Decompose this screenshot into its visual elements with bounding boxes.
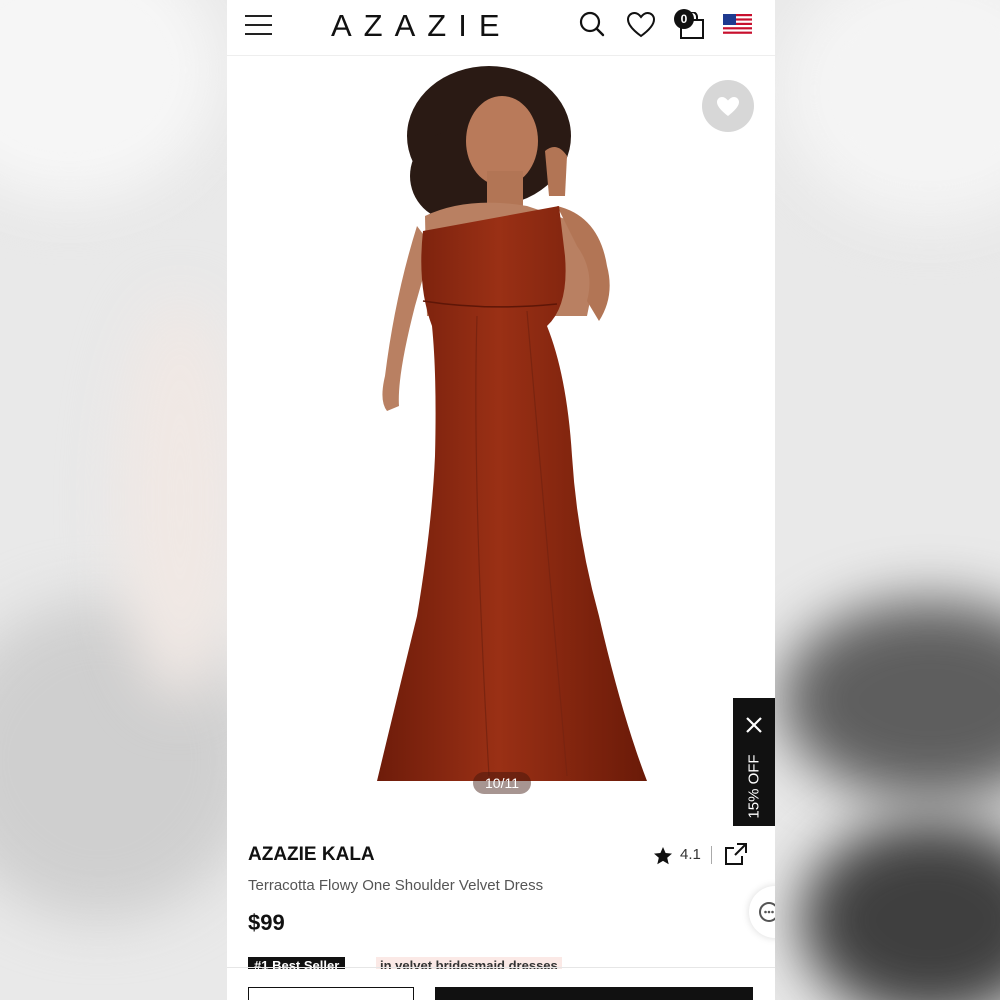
promo-label: 15% OFF — [745, 754, 763, 819]
star-icon — [654, 847, 672, 865]
product-photo — [377, 66, 647, 781]
favorite-button[interactable] — [702, 80, 754, 132]
brand-logo[interactable]: AZAZIE — [331, 8, 512, 44]
rating-value: 4.1 — [680, 846, 701, 863]
rating-divider — [711, 846, 712, 864]
menu-icon[interactable] — [245, 13, 273, 37]
product-info-panel: AZAZIE KALA Terracotta Flowy One Shoulde… — [227, 826, 775, 1000]
discount-promo-tab[interactable]: 15% OFF — [733, 698, 775, 834]
cart-count-badge: 0 — [674, 9, 694, 29]
image-counter: 10/11 — [473, 772, 531, 794]
divider — [227, 967, 775, 968]
us-flag-icon[interactable] — [723, 14, 752, 34]
product-image-gallery[interactable]: 10/11 — [227, 56, 775, 826]
chat-button[interactable] — [749, 886, 775, 938]
close-icon[interactable] — [745, 716, 763, 734]
product-price: $99 — [248, 910, 285, 935]
product-subtitle: Terracotta Flowy One Shoulder Velvet Dre… — [248, 877, 544, 894]
heart-icon[interactable] — [626, 11, 656, 39]
secondary-action-button[interactable] — [248, 987, 414, 1000]
chat-icon — [759, 902, 775, 922]
search-icon[interactable] — [578, 10, 606, 38]
share-icon[interactable] — [724, 842, 748, 866]
mobile-page: AZAZIE 0 10/11 15% OFF AZAZIE KALA Terra… — [227, 0, 775, 1000]
product-name: AZAZIE KALA — [248, 844, 375, 865]
heart-icon — [717, 97, 739, 116]
add-to-bag-button[interactable] — [435, 987, 753, 1000]
top-navigation-bar: AZAZIE 0 — [227, 0, 775, 56]
